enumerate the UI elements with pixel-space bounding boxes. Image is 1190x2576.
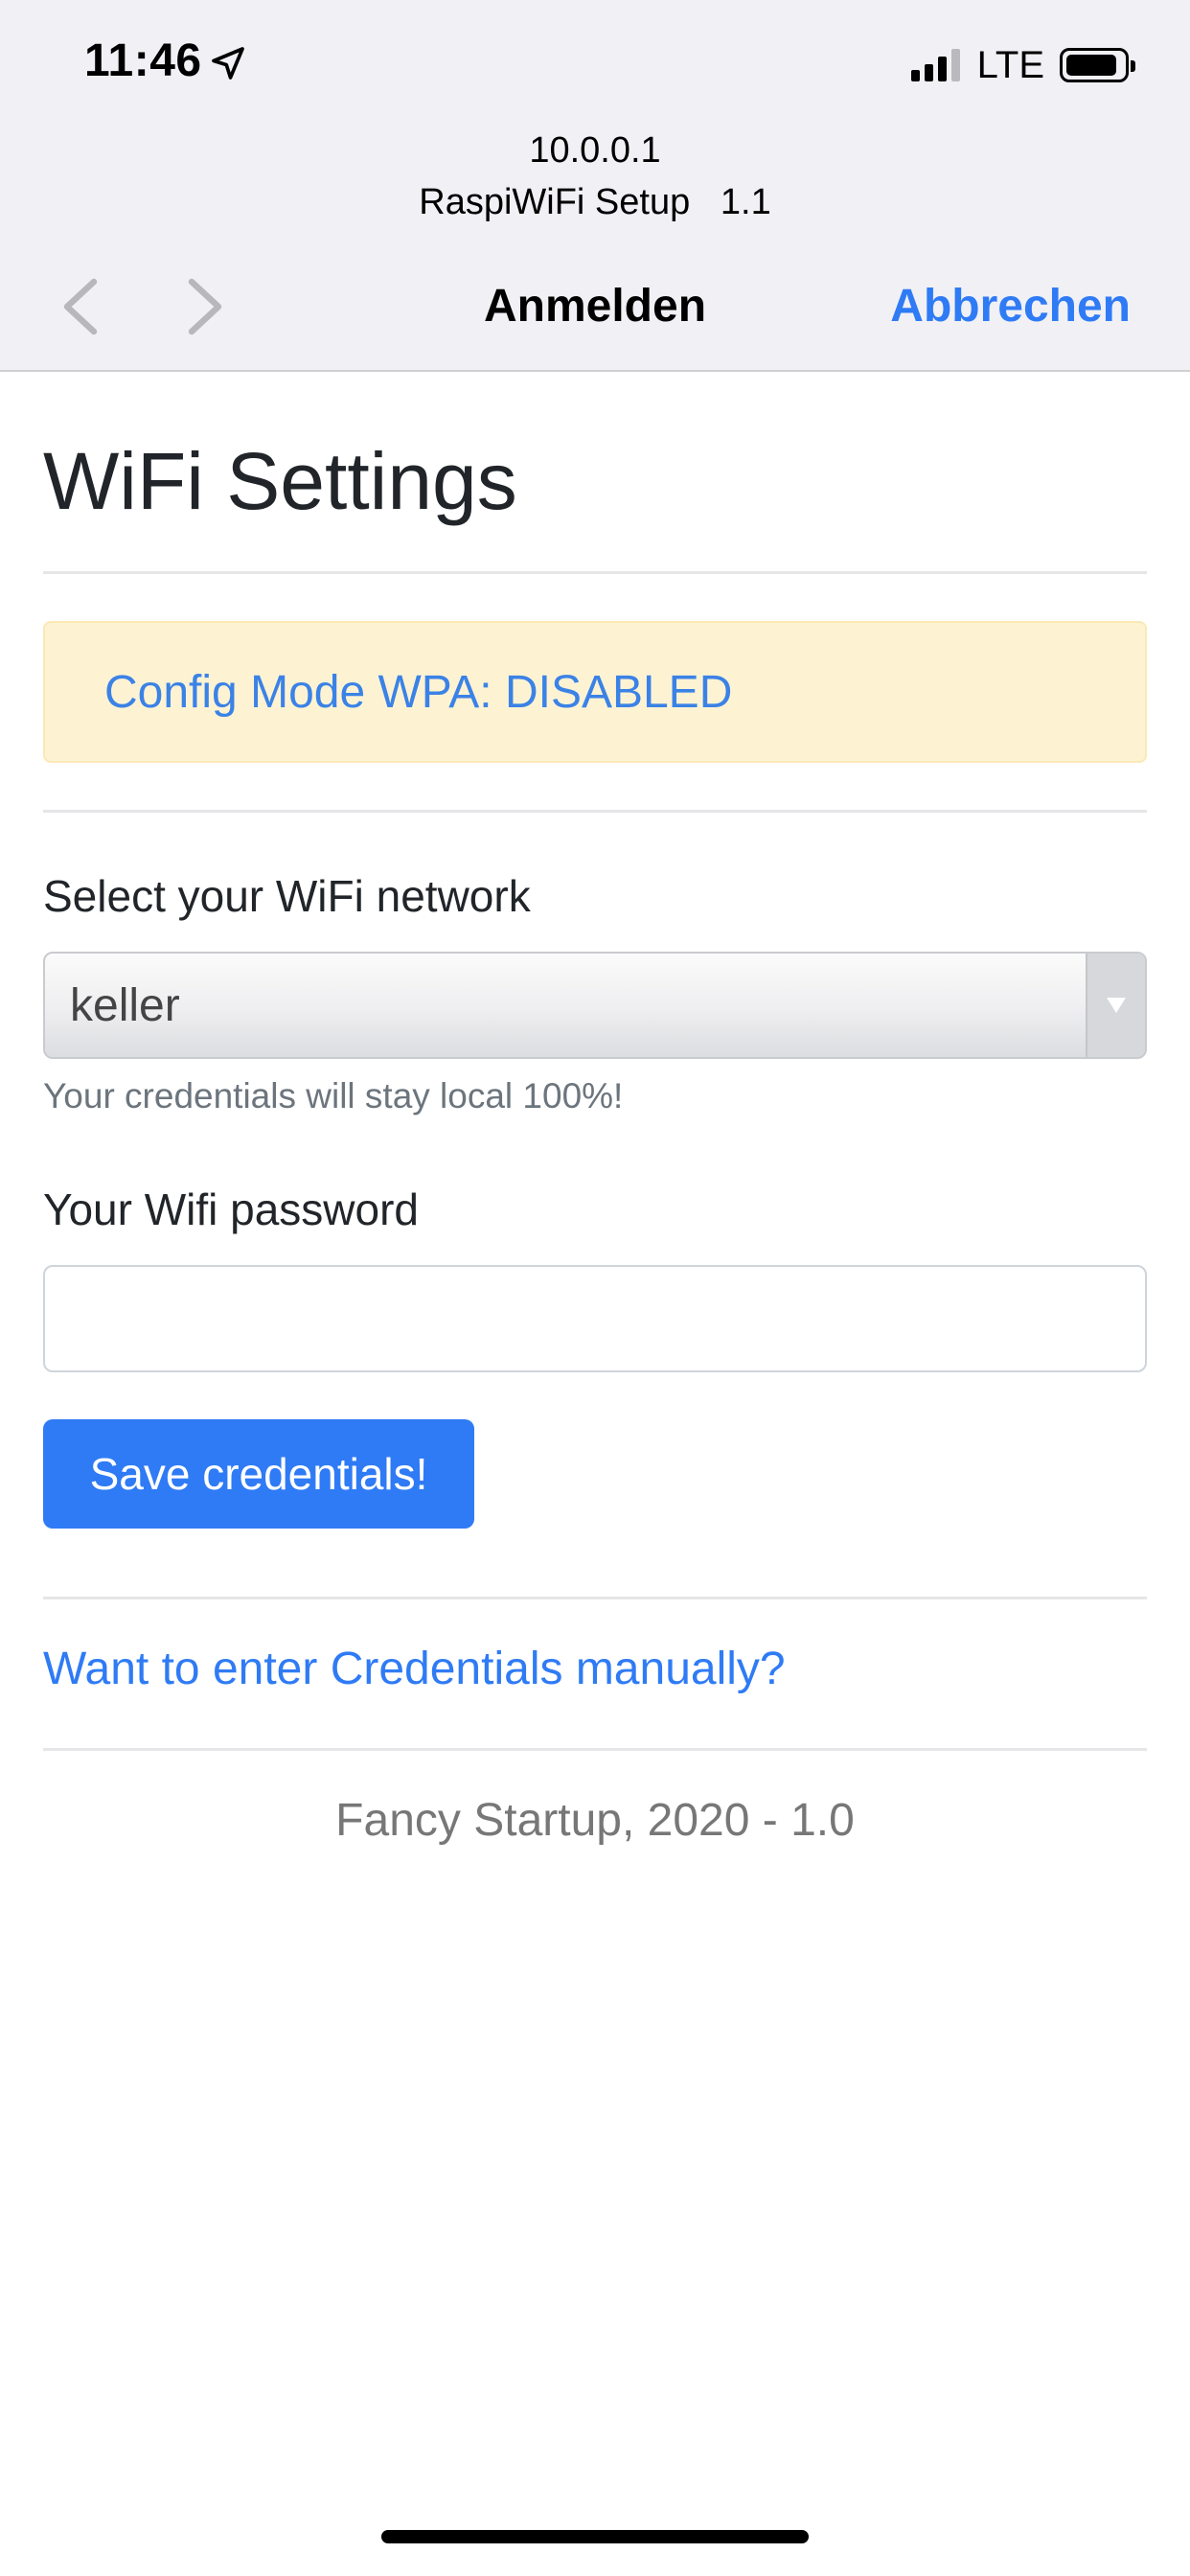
status-indicators: LTE <box>910 38 1135 92</box>
home-indicator[interactable] <box>381 2530 809 2543</box>
divider <box>43 810 1147 813</box>
config-mode-alert: Config Mode WPA: DISABLED <box>43 621 1147 763</box>
network-type: LTE <box>976 43 1044 86</box>
captive-portal-header: 11:46 LTE 10.0.0.1 RaspiWiFi Setup 1.1 A… <box>0 0 1190 372</box>
cellular-signal-icon <box>910 49 960 81</box>
divider <box>43 571 1147 574</box>
password-field[interactable] <box>43 1265 1147 1372</box>
network-help-text: Your credentials will stay local 100%! <box>43 1076 624 1116</box>
alert-text: Config Mode WPA: DISABLED <box>104 666 733 718</box>
manual-credentials-link[interactable]: Want to enter Credentials manually? <box>43 1643 786 1695</box>
save-credentials-button[interactable]: Save credentials! <box>43 1419 474 1529</box>
page-title: WiFi Settings <box>43 436 517 526</box>
footer-text: Fancy Startup, 2020 - 1.0 <box>335 1795 855 1846</box>
network-select-label: Select your WiFi network <box>43 871 531 921</box>
divider <box>43 1597 1147 1599</box>
status-time: 11:46 <box>84 35 202 86</box>
selected-network: keller <box>70 979 180 1031</box>
portal-host: 10.0.0.1 <box>529 130 661 171</box>
battery-icon <box>1060 48 1135 82</box>
dropdown-arrow-icon[interactable] <box>1086 954 1145 1057</box>
password-label: Your Wifi password <box>43 1184 420 1234</box>
location-arrow-icon <box>212 47 244 80</box>
divider <box>43 1748 1147 1751</box>
wifi-network-select[interactable]: keller <box>43 952 1147 1059</box>
cancel-button[interactable]: Abbrechen <box>890 280 1131 333</box>
portal-site-title: RaspiWiFi Setup 1.1 <box>419 182 771 222</box>
